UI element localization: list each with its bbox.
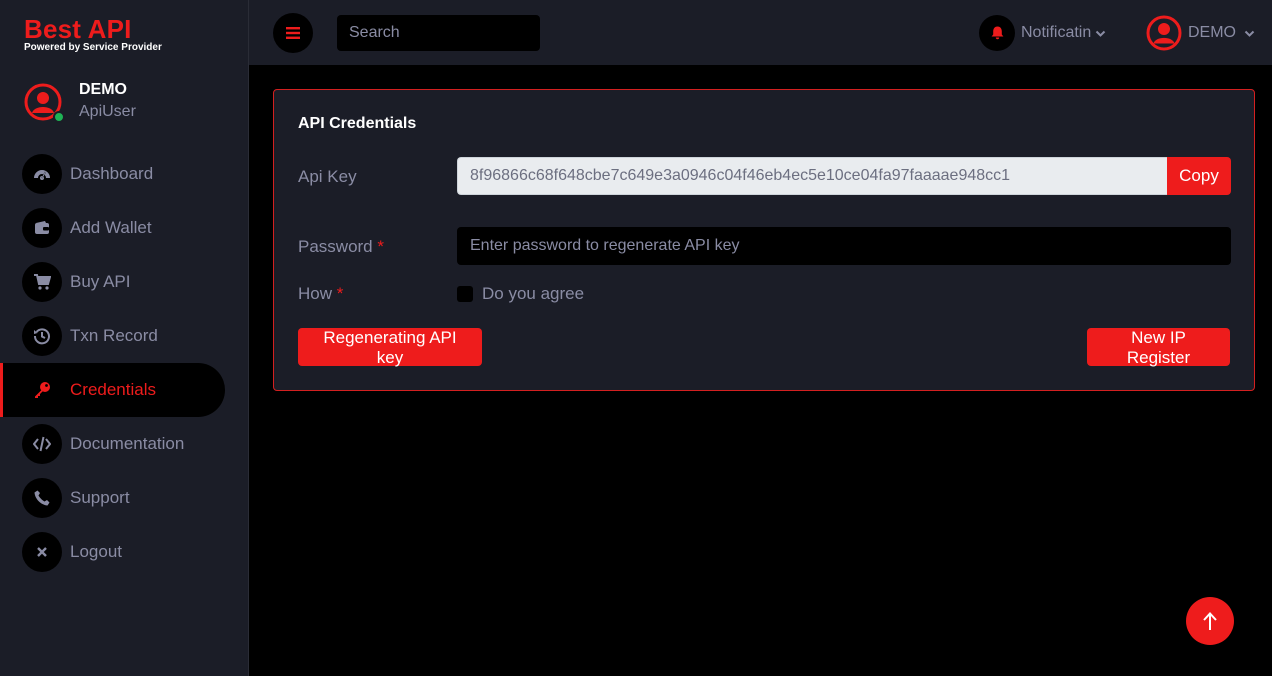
user-menu[interactable]: DEMO bbox=[1146, 14, 1255, 52]
api-key-group: Copy bbox=[457, 157, 1231, 195]
menu-toggle-button[interactable] bbox=[273, 13, 313, 53]
sidebar-item-label: Logout bbox=[70, 542, 122, 561]
api-key-field[interactable] bbox=[457, 157, 1167, 195]
api-credentials-card: API Credentials Api Key Copy Password * … bbox=[273, 89, 1255, 391]
sidebar-item-label: Credentials bbox=[70, 380, 156, 399]
bell-icon-wrap bbox=[979, 15, 1015, 51]
history-icon bbox=[33, 328, 50, 345]
sidebar-nav: Dashboard Add Wallet Buy API Txn Record … bbox=[0, 147, 249, 579]
search-input[interactable] bbox=[337, 15, 540, 51]
regenerate-api-key-button[interactable]: Regenerating API key bbox=[298, 328, 482, 367]
key-icon bbox=[35, 382, 50, 398]
password-label: Password * bbox=[298, 237, 384, 257]
profile-name: DEMO bbox=[79, 81, 127, 98]
sidebar-item-label: Add Wallet bbox=[70, 218, 152, 237]
api-key-label: Api Key bbox=[298, 167, 357, 186]
password-label-text: Password bbox=[298, 237, 373, 256]
card-title: API Credentials bbox=[298, 115, 417, 132]
avatar bbox=[24, 83, 65, 123]
close-icon bbox=[37, 547, 47, 557]
user-menu-label: DEMO bbox=[1188, 24, 1236, 41]
arrow-up-icon bbox=[1203, 612, 1217, 630]
brand-title: Best API bbox=[24, 14, 132, 44]
sidebar-item-add-wallet[interactable]: Add Wallet bbox=[0, 201, 249, 255]
wallet-icon bbox=[35, 221, 49, 234]
required-mark: * bbox=[377, 237, 384, 256]
cart-icon bbox=[34, 274, 51, 290]
brand-logo[interactable]: Best API Powered by Service Provider bbox=[24, 14, 162, 54]
agree-checkbox-row[interactable]: Do you agree bbox=[457, 284, 584, 304]
brand-subtitle: Powered by Service Provider bbox=[24, 42, 162, 53]
phone-icon bbox=[34, 490, 50, 506]
sidebar-item-txn-record[interactable]: Txn Record bbox=[0, 309, 249, 363]
notification-menu[interactable]: Notificatin bbox=[979, 14, 1106, 52]
sidebar-item-label: Txn Record bbox=[70, 326, 158, 345]
chevron-down-icon bbox=[1244, 30, 1255, 37]
agree-checkbox[interactable] bbox=[457, 286, 473, 302]
chevron-down-icon bbox=[1096, 30, 1106, 37]
scroll-to-top-button[interactable] bbox=[1186, 597, 1234, 645]
sidebar-item-label: Dashboard bbox=[70, 164, 154, 183]
bell-icon bbox=[991, 26, 1003, 40]
how-label-text: How bbox=[298, 284, 333, 303]
hamburger-icon bbox=[286, 27, 300, 39]
sidebar-item-label: Documentation bbox=[70, 434, 185, 453]
sidebar-item-label: Support bbox=[70, 488, 130, 507]
copy-button[interactable]: Copy bbox=[1167, 157, 1231, 195]
notification-label: Notificatin bbox=[1021, 24, 1092, 41]
sidebar-item-support[interactable]: Support bbox=[0, 471, 249, 525]
dashboard-icon bbox=[34, 170, 50, 180]
user-circle-icon bbox=[1146, 15, 1182, 51]
sidebar: Best API Powered by Service Provider DEM… bbox=[0, 0, 249, 676]
sidebar-item-logout[interactable]: Logout bbox=[0, 525, 249, 579]
sidebar-item-credentials[interactable]: Credentials bbox=[0, 363, 225, 417]
required-mark: * bbox=[336, 284, 344, 303]
sidebar-item-label: Buy API bbox=[70, 272, 131, 291]
how-label: How * bbox=[298, 284, 343, 304]
new-ip-register-button[interactable]: New IP Register bbox=[1087, 328, 1230, 367]
password-field[interactable] bbox=[457, 227, 1231, 265]
sidebar-item-documentation[interactable]: Documentation bbox=[0, 417, 249, 471]
sidebar-item-dashboard[interactable]: Dashboard bbox=[0, 147, 249, 201]
top-header: Notificatin DEMO bbox=[249, 0, 1272, 65]
agree-label: Do you agree bbox=[482, 284, 585, 303]
profile-role: ApiUser bbox=[79, 103, 136, 120]
user-profile: DEMO ApiUser bbox=[24, 80, 136, 123]
online-status-dot bbox=[53, 111, 65, 123]
code-icon bbox=[33, 436, 51, 452]
sidebar-item-buy-api[interactable]: Buy API bbox=[0, 255, 249, 309]
